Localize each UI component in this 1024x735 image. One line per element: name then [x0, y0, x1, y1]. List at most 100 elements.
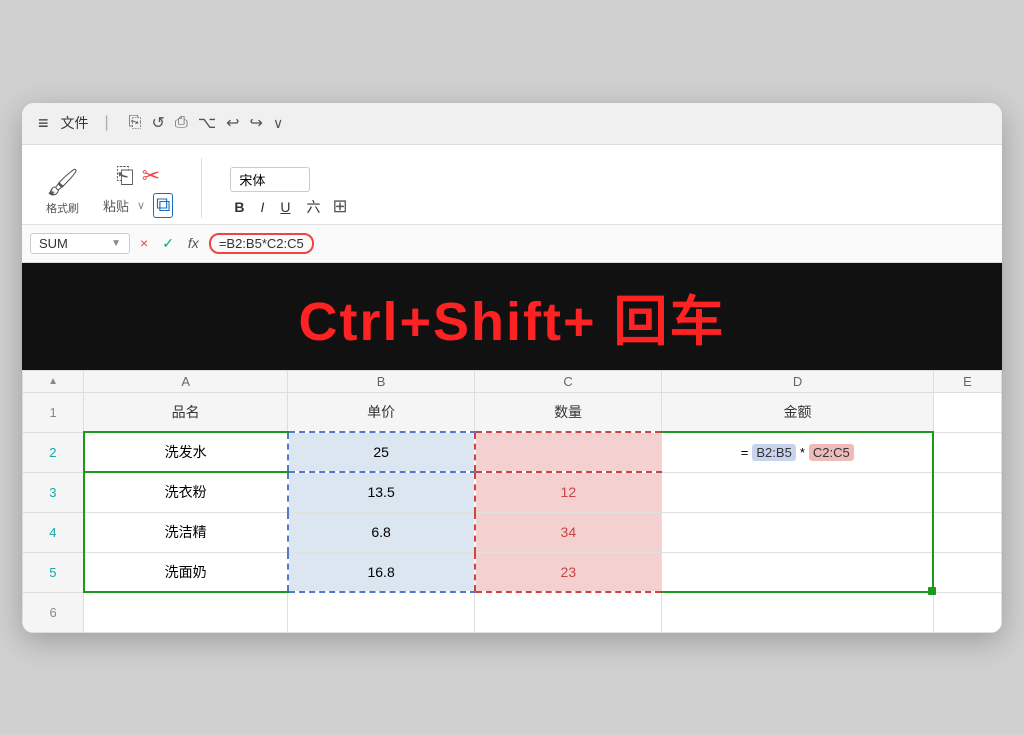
cell-a6[interactable] [84, 592, 288, 632]
paste-row: 粘贴 ∨ ⧉ [103, 193, 173, 218]
table-row: 4 洗洁精 6.8 34 [23, 512, 1002, 552]
print-icon[interactable]: ⎙ [175, 114, 188, 132]
paste-icons-row: ⎗ ✂ [116, 163, 160, 189]
cell-b4[interactable]: 6.8 [288, 512, 475, 552]
cell-a5[interactable]: 洗面奶 [84, 552, 288, 592]
cell-ref-text: SUM [39, 236, 68, 251]
cell-d6[interactable] [662, 592, 934, 632]
ribbon: 🖌 格式刷 ⎗ ✂ 粘贴 ∨ ⧉ 宋体 B I [22, 145, 1002, 225]
table-row: 2 洗发水 25 = B2:B5 * C2:C5 [23, 432, 1002, 472]
cell-e1[interactable] [933, 392, 1001, 432]
row-num-2: 2 [23, 432, 84, 472]
cell-b6[interactable] [288, 592, 475, 632]
col-header-d[interactable]: D [662, 370, 934, 392]
cell-a2[interactable]: 洗发水 [84, 432, 288, 472]
col-header-a[interactable]: A [84, 370, 288, 392]
ribbon-separator [201, 158, 202, 218]
scissors-icon[interactable]: ✂ [142, 163, 160, 189]
cell-b3[interactable]: 13.5 [288, 472, 475, 512]
cell-e3[interactable] [933, 472, 1001, 512]
table-row: 6 [23, 592, 1002, 632]
underline-button[interactable]: U [276, 198, 294, 216]
cell-a1[interactable]: 品名 [84, 392, 288, 432]
table-borders-button[interactable]: ⊞ [333, 196, 348, 217]
cell-d4[interactable] [662, 512, 934, 552]
titlebar-sep: | [105, 114, 109, 132]
row-num-3: 3 [23, 472, 84, 512]
cell-b2[interactable]: 25 [288, 432, 475, 472]
app-window: ≡ 文件 | ⎘ ↺ ⎙ ⌥ ↩ ↪ ∨ 🖌 格式刷 ⎗ ✂ 粘贴 [22, 103, 1002, 633]
cell-e2[interactable] [933, 432, 1001, 472]
cell-c5[interactable]: 23 [475, 552, 662, 592]
table-row: 5 洗面奶 16.8 23 [23, 552, 1002, 592]
cell-e6[interactable] [933, 592, 1001, 632]
b2b5-ref: B2:B5 [752, 444, 795, 461]
table-row: 1 品名 单价 数量 金额 [23, 392, 1002, 432]
cell-a4[interactable]: 洗洁精 [84, 512, 288, 552]
file-menu[interactable]: 文件 [61, 113, 89, 133]
cell-e5[interactable] [933, 552, 1001, 592]
equals-sign: = [741, 445, 749, 460]
font-name-row: 宋体 [230, 167, 347, 192]
c2c5-ref: C2:C5 [809, 444, 854, 461]
cell-c4[interactable]: 34 [475, 512, 662, 552]
cell-c6[interactable] [475, 592, 662, 632]
spreadsheet-container: ▲ A B C D E 1 品名 单价 数量 金额 [22, 370, 1002, 633]
tool-icon[interactable]: ⌥ [198, 113, 216, 133]
tools-dropdown[interactable]: ∨ [273, 115, 283, 132]
cell-b5[interactable]: 16.8 [288, 552, 475, 592]
strikethrough-button[interactable]: 六 [303, 196, 325, 218]
row-num-4: 4 [23, 512, 84, 552]
cell-reference-box[interactable]: SUM ▼ [30, 233, 130, 254]
cell-e4[interactable] [933, 512, 1001, 552]
cell-c2[interactable] [475, 432, 662, 472]
cell-d5[interactable] [662, 552, 934, 592]
bold-button[interactable]: B [230, 198, 248, 216]
font-name-box[interactable]: 宋体 [230, 167, 310, 192]
paste-dropdown-arrow[interactable]: ∨ [137, 199, 145, 212]
cell-ref-dropdown[interactable]: ▼ [111, 238, 121, 249]
font-btns-row: B I U 六 ⊞ [230, 196, 347, 218]
formula-cancel-button[interactable]: × [136, 235, 152, 251]
cell-b1[interactable]: 单价 [288, 392, 475, 432]
fx-label: fx [184, 235, 203, 251]
redo-icon[interactable]: ↪ [250, 113, 263, 133]
font-name-text: 宋体 [239, 173, 265, 188]
cell-c3[interactable]: 12 [475, 472, 662, 512]
formula-display: = B2:B5 * C2:C5 [670, 444, 924, 461]
fill-handle[interactable] [928, 587, 936, 595]
menu-icon[interactable]: ≡ [38, 113, 49, 134]
cell-d3[interactable] [662, 472, 934, 512]
formula-confirm-button[interactable]: ✓ [158, 235, 178, 252]
shortcut-text: Ctrl+Shift+ 回车 [298, 292, 725, 352]
save-icon[interactable]: ⎘ [129, 114, 142, 132]
col-header-b[interactable]: B [288, 370, 475, 392]
row-num-5: 5 [23, 552, 84, 592]
corner-cell: ▲ [23, 370, 84, 392]
cell-c1[interactable]: 数量 [475, 392, 662, 432]
copy-button[interactable]: ⧉ [153, 193, 173, 218]
cell-d1[interactable]: 金额 [662, 392, 934, 432]
table-row: 3 洗衣粉 13.5 12 [23, 472, 1002, 512]
paste-special-icon[interactable]: ⎗ [116, 163, 134, 189]
format-group: 🖌 格式刷 [42, 165, 83, 218]
undo-icon[interactable]: ↩ [226, 113, 239, 133]
col-header-c[interactable]: C [475, 370, 662, 392]
row-num-6: 6 [23, 592, 84, 632]
formula-input[interactable]: =B2:B5*C2:C5 [209, 233, 314, 254]
cell-d2[interactable]: = B2:B5 * C2:C5 [662, 432, 934, 472]
spreadsheet: ▲ A B C D E 1 品名 单价 数量 金额 [22, 370, 1002, 633]
multiply-sign: * [800, 445, 805, 460]
col-header-e[interactable]: E [933, 370, 1001, 392]
font-section: 宋体 B I U 六 ⊞ [230, 167, 347, 218]
titlebar-tools: ⎘ ↺ ⎙ ⌥ ↩ ↪ ∨ [129, 113, 284, 133]
format-brush-button[interactable]: 🖌 格式刷 [42, 165, 83, 218]
paste-label[interactable]: 粘贴 [103, 196, 129, 215]
shortcut-overlay: Ctrl+Shift+ 回车 [22, 263, 1002, 370]
undo-alt-icon[interactable]: ↺ [151, 113, 164, 133]
cell-a3[interactable]: 洗衣粉 [84, 472, 288, 512]
italic-button[interactable]: I [257, 198, 269, 216]
titlebar: ≡ 文件 | ⎘ ↺ ⎙ ⌥ ↩ ↪ ∨ [22, 103, 1002, 145]
row-num-1: 1 [23, 392, 84, 432]
format-brush-label: 格式刷 [46, 200, 79, 216]
